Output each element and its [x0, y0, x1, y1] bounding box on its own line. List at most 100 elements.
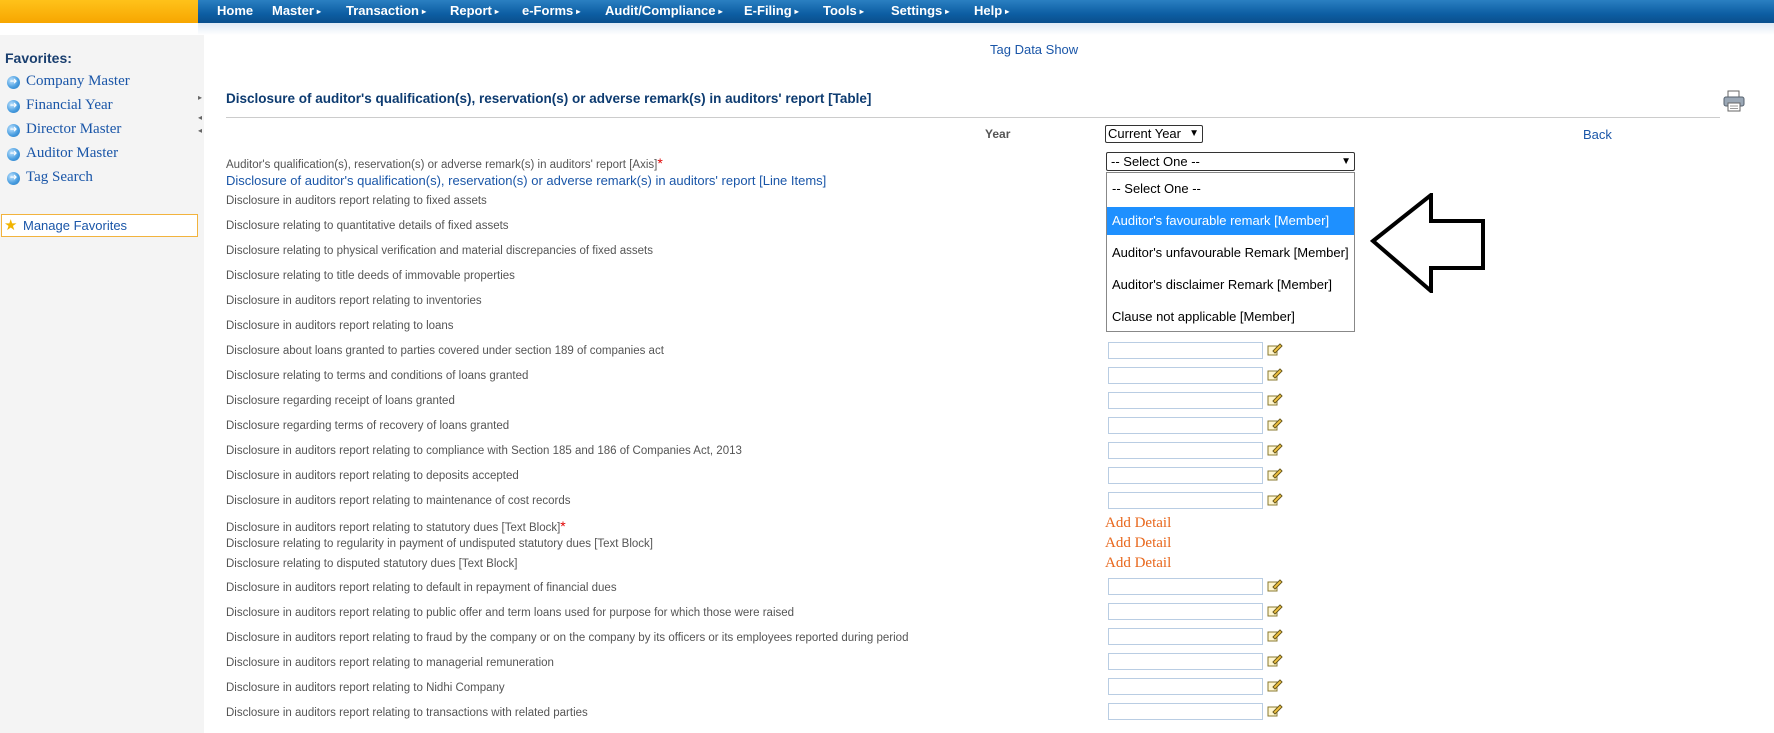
row-label: Disclosure relating to quantitative deta…	[226, 220, 509, 232]
menu-efiling[interactable]: E-Filing ▸	[744, 0, 799, 23]
row-label: Disclosure relating to terms and conditi…	[226, 370, 529, 382]
row-label: Disclosure in auditors report relating t…	[226, 518, 566, 534]
add-detail-link[interactable]: Add Detail	[1105, 515, 1171, 532]
row-label: Disclosure in auditors report relating t…	[226, 657, 554, 669]
menu-arrow-icon: ▸	[494, 7, 499, 16]
chevron-down-icon: ▼	[1341, 156, 1351, 167]
main-menu: Home Master ▸ Transaction ▸ Report ▸ e-Form…	[198, 0, 1774, 23]
menu-home[interactable]: Home	[217, 0, 253, 23]
row-input[interactable]	[1108, 392, 1263, 409]
fav-auditor-master[interactable]: ➜ Auditor Master	[7, 145, 118, 165]
edit-pencil-icon[interactable]	[1267, 678, 1283, 692]
edit-pencil-icon[interactable]	[1267, 442, 1283, 456]
manage-favorites-button[interactable]: ★ Manage Favorites	[1, 214, 198, 237]
add-detail-link[interactable]: Add Detail	[1105, 555, 1171, 572]
menu-tools[interactable]: Tools ▸	[823, 0, 864, 23]
row-input[interactable]	[1108, 367, 1263, 384]
manage-favorites-label: Manage Favorites	[23, 218, 128, 233]
tag-data-show-link[interactable]: Tag Data Show	[990, 42, 1078, 57]
menu-arrow-icon: ▸	[945, 7, 950, 16]
axis-select[interactable]: -- Select One -- ▼	[1106, 152, 1355, 171]
menu-shadow	[198, 23, 1774, 35]
menu-help[interactable]: Help ▸	[974, 0, 1009, 23]
row-label: Disclosure in auditors report relating t…	[226, 682, 505, 694]
row-label: Disclosure relating to disputed statutor…	[226, 558, 518, 570]
fav-director-master[interactable]: ➜ Director Master	[7, 121, 121, 141]
edit-pencil-icon[interactable]	[1267, 578, 1283, 592]
menu-arrow-icon: ▸	[718, 7, 723, 16]
left-arrow-outline-icon	[1370, 193, 1485, 293]
row-label: Disclosure in auditors report relating t…	[226, 295, 482, 307]
heading-divider	[226, 117, 1720, 118]
row-input[interactable]	[1108, 678, 1263, 695]
edit-pencil-icon[interactable]	[1267, 417, 1283, 431]
menu-master[interactable]: Master ▸	[272, 0, 321, 23]
edit-pencil-icon[interactable]	[1267, 603, 1283, 617]
logo-strip	[0, 0, 198, 23]
row-label: Disclosure in auditors report relating t…	[226, 470, 519, 482]
favorites-title: Favorites:	[5, 50, 72, 66]
axis-label: Auditor's qualification(s), reservation(…	[226, 155, 663, 171]
edit-pencil-icon[interactable]	[1267, 467, 1283, 481]
edit-pencil-icon[interactable]	[1267, 703, 1283, 717]
row-input[interactable]	[1108, 342, 1263, 359]
row-input[interactable]	[1108, 603, 1263, 620]
dropdown-option[interactable]: -- Select One --	[1107, 175, 1354, 203]
edit-pencil-icon[interactable]	[1267, 628, 1283, 642]
fav-financial-year[interactable]: ➜ Financial Year	[7, 97, 113, 117]
menu-eforms[interactable]: e-Forms ▸	[522, 0, 580, 23]
arrow-circle-icon: ➜	[7, 124, 20, 137]
menu-audit-compliance[interactable]: Audit/Compliance ▸	[605, 0, 723, 23]
fav-company-master[interactable]: ➜ Company Master	[7, 73, 130, 93]
chevron-down-icon: ▼	[1189, 128, 1199, 139]
row-label: Disclosure relating to regularity in pay…	[226, 538, 653, 550]
dropdown-option[interactable]: Auditor's unfavourable Remark [Member]	[1107, 239, 1354, 267]
year-select[interactable]: Current Year ▼	[1105, 125, 1203, 143]
favorites-sidebar: Favorites: ➜ Company Master ➜ Financial Ye…	[0, 35, 204, 733]
row-input[interactable]	[1108, 417, 1263, 434]
collapse-arrow-icon[interactable]: ◂	[198, 126, 202, 135]
star-icon: ★	[4, 217, 18, 234]
arrow-circle-icon: ➜	[7, 148, 20, 161]
row-label: Disclosure in auditors report relating t…	[226, 195, 487, 207]
edit-pencil-icon[interactable]	[1267, 342, 1283, 356]
edit-pencil-icon[interactable]	[1267, 392, 1283, 406]
row-label: Disclosure in auditors report relating t…	[226, 607, 795, 619]
printer-icon[interactable]	[1722, 90, 1746, 112]
row-label: Disclosure in auditors report relating t…	[226, 582, 617, 594]
row-label: Disclosure in auditors report relating t…	[226, 445, 742, 457]
axis-dropdown-list: -- Select One -- Auditor's favourable re…	[1106, 172, 1355, 332]
menu-report[interactable]: Report ▸	[450, 0, 499, 23]
arrow-circle-icon: ➜	[7, 100, 20, 113]
required-marker: *	[560, 518, 566, 534]
collapse-arrow-icon[interactable]: ▸	[198, 93, 202, 102]
row-input[interactable]	[1108, 467, 1263, 484]
collapse-arrow-icon[interactable]: ◂	[198, 113, 202, 122]
back-link[interactable]: Back	[1583, 127, 1612, 142]
row-input[interactable]	[1108, 653, 1263, 670]
menu-arrow-icon: ▸	[859, 7, 864, 16]
menu-arrow-icon: ▸	[421, 7, 426, 16]
page-title: Disclosure of auditor's qualification(s)…	[226, 91, 872, 106]
menu-transaction[interactable]: Transaction ▸	[346, 0, 426, 23]
row-label: Disclosure regarding terms of recovery o…	[226, 420, 510, 432]
menu-settings[interactable]: Settings ▸	[891, 0, 949, 23]
row-input[interactable]	[1108, 442, 1263, 459]
row-label: Disclosure about loans granted to partie…	[226, 345, 664, 357]
add-detail-link[interactable]: Add Detail	[1105, 535, 1171, 552]
edit-pencil-icon[interactable]	[1267, 367, 1283, 381]
fav-tag-search[interactable]: ➜ Tag Search	[7, 169, 93, 189]
edit-pencil-icon[interactable]	[1267, 492, 1283, 506]
menu-arrow-icon: ▸	[1005, 7, 1010, 16]
dropdown-option[interactable]: Auditor's disclaimer Remark [Member]	[1107, 271, 1354, 299]
row-input[interactable]	[1108, 703, 1263, 720]
row-input[interactable]	[1108, 628, 1263, 645]
row-input[interactable]	[1108, 578, 1263, 595]
row-label: Disclosure in auditors report relating t…	[226, 495, 571, 507]
edit-pencil-icon[interactable]	[1267, 653, 1283, 667]
arrow-circle-icon: ➜	[7, 76, 20, 89]
dropdown-option[interactable]: Clause not applicable [Member]	[1107, 303, 1354, 331]
menu-arrow-icon: ▸	[794, 7, 799, 16]
row-input[interactable]	[1108, 492, 1263, 509]
dropdown-option-selected[interactable]: Auditor's favourable remark [Member]	[1107, 207, 1354, 235]
